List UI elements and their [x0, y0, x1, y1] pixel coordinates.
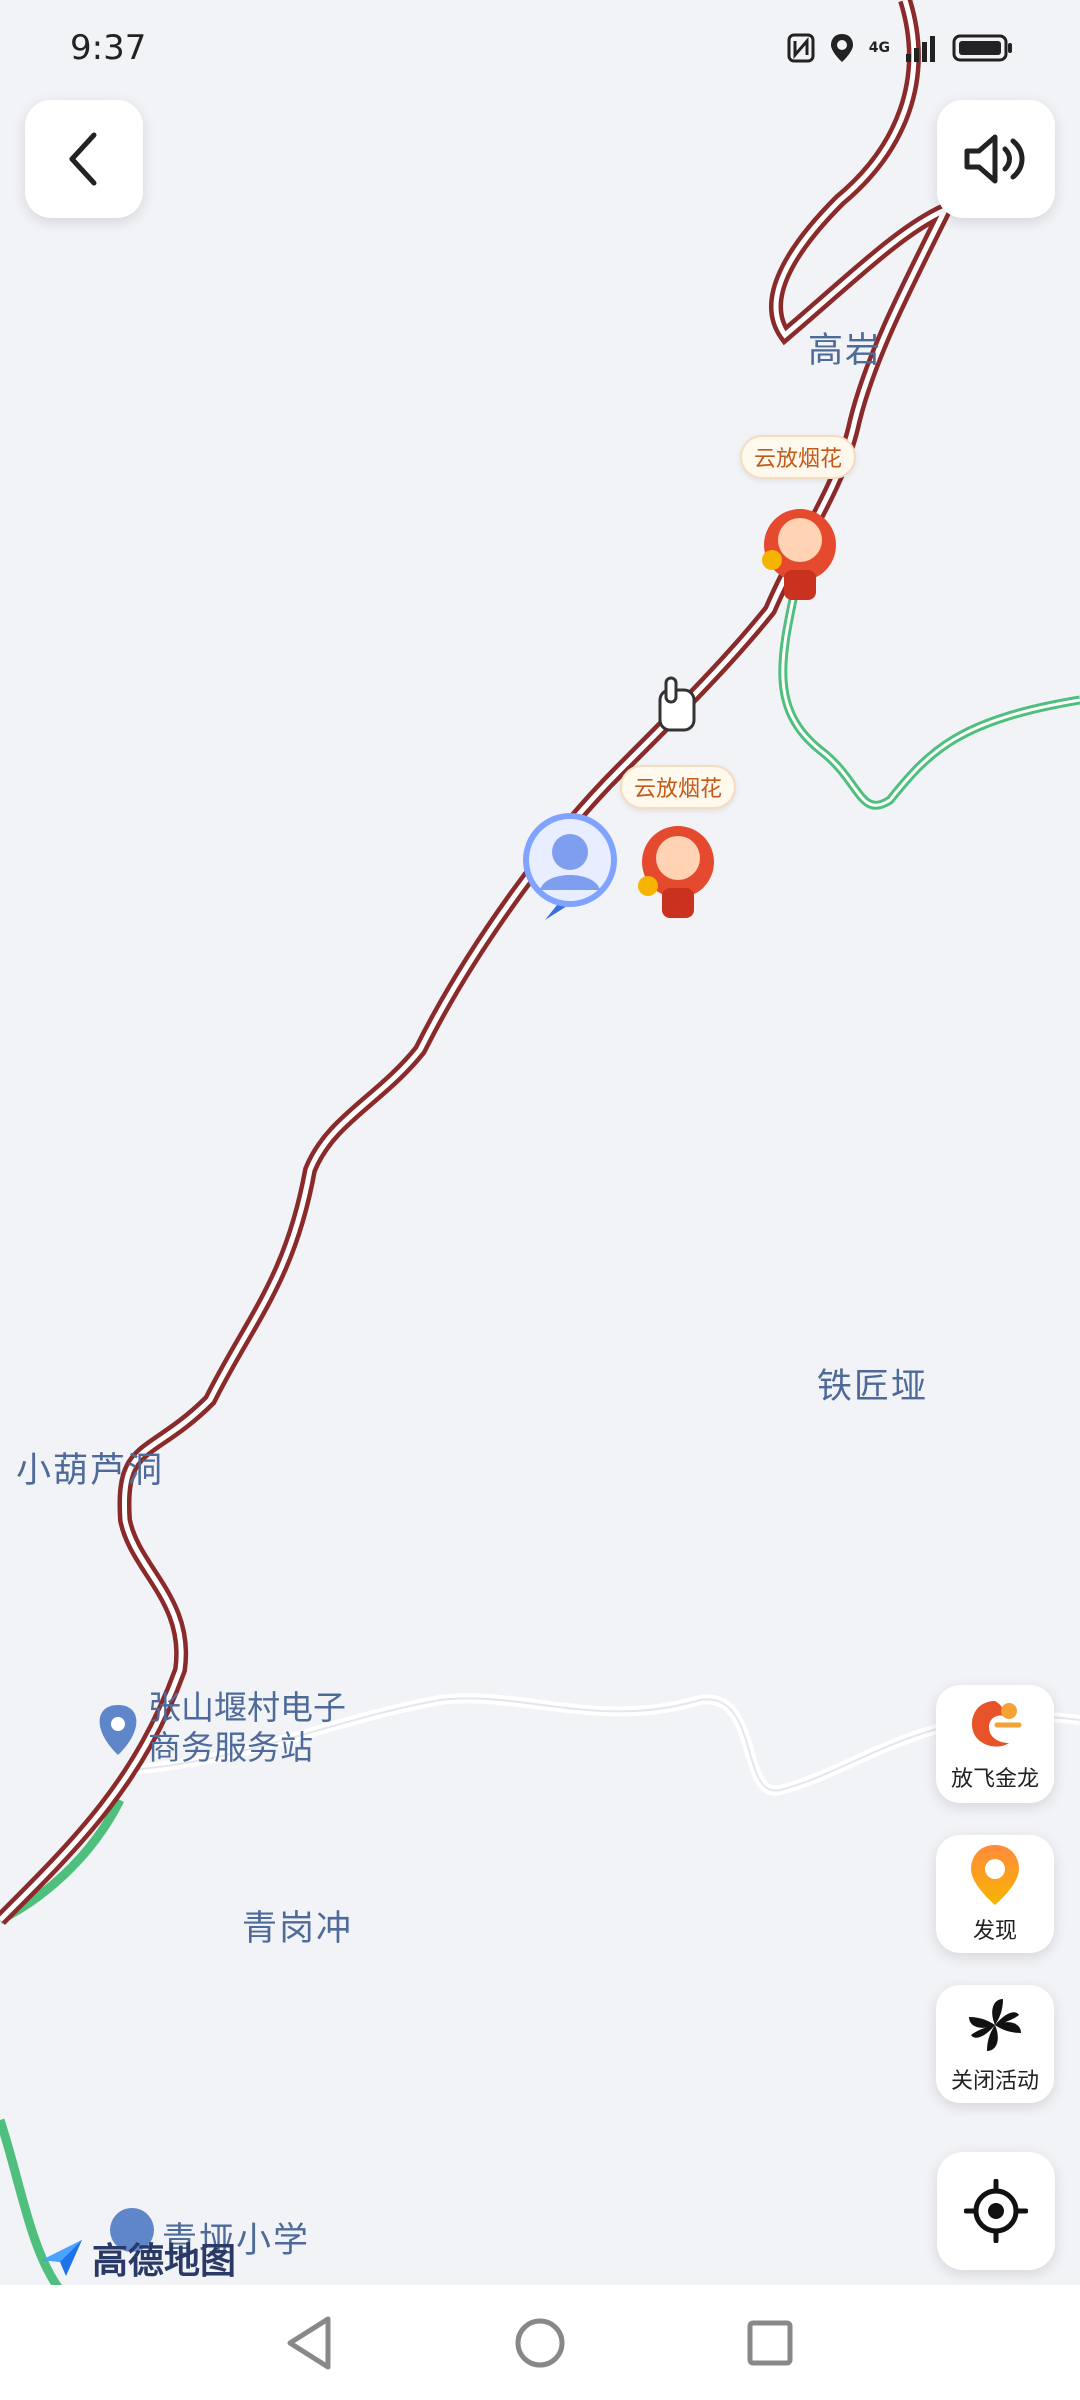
amap-logo-icon	[42, 2240, 82, 2276]
poi-label-line2: 商务服务站	[148, 1728, 313, 1767]
discover-pin-icon	[971, 1845, 1019, 1905]
discover-label: 发现	[972, 1919, 1017, 1944]
event-bubble-1[interactable]: 云放烟花	[740, 435, 857, 479]
event-bubble-2[interactable]: 云放烟花	[620, 765, 737, 809]
poi-pin-icon[interactable]	[99, 1705, 137, 1755]
home-circle-icon[interactable]	[512, 2313, 568, 2373]
main-road	[0, 0, 960, 1925]
place-label-qinggangchong: 青岗冲	[242, 1909, 354, 1949]
status-time: 9:37	[70, 28, 147, 68]
locate-button[interactable]	[937, 2152, 1055, 2270]
amap-logo: 高德地图	[40, 2232, 236, 2284]
place-label-gaoyan: 高岩	[808, 331, 883, 371]
release-dragon-label: 放飞金龙	[950, 1767, 1039, 1792]
place-label-xiaohuludong: 小葫芦洞	[16, 1451, 165, 1491]
pointing-hand-icon	[658, 676, 696, 732]
network-label: 4G	[868, 40, 890, 56]
amap-logo-text: 高德地图	[92, 2241, 237, 2282]
battery-icon	[952, 34, 1012, 62]
release-dragon-button[interactable]: 放飞金龙	[936, 1685, 1054, 1803]
dragon-mascot-icon-2[interactable]	[638, 826, 714, 918]
pinwheel-icon	[969, 1999, 1021, 2051]
locate-target-icon	[964, 2179, 1028, 2243]
speaker-icon	[964, 134, 1025, 184]
close-activity-label: 关闭活动	[950, 2069, 1039, 2094]
sound-button[interactable]	[937, 100, 1055, 218]
status-icons: 4G	[787, 32, 1014, 64]
discover-button[interactable]: 发现	[936, 1835, 1054, 1953]
recents-square-icon[interactable]	[742, 2313, 798, 2373]
nfc-icon	[787, 33, 815, 63]
back-button[interactable]	[25, 100, 143, 218]
poi-label[interactable]: 张山堰村电子 商务服务站	[148, 1688, 346, 1768]
dragon-mascot-icon[interactable]	[762, 509, 836, 600]
chevron-left-icon	[69, 132, 97, 186]
golden-dragon-icon	[971, 1701, 1022, 1747]
map-canvas[interactable]	[0, 0, 1080, 2400]
signal-icon	[906, 36, 935, 62]
back-triangle-icon[interactable]	[282, 2313, 338, 2373]
status-bar: 9:37 4G	[0, 0, 1080, 100]
place-label-tiejiangya: 铁匠垭	[817, 1367, 929, 1407]
user-location-marker[interactable]	[523, 813, 617, 920]
green-road	[778, 589, 1080, 810]
poi-label-line1: 张山堰村电子	[148, 1688, 346, 1727]
close-activity-button[interactable]: 关闭活动	[936, 1985, 1054, 2103]
system-nav-bar	[0, 2285, 1080, 2400]
location-icon	[830, 34, 853, 62]
